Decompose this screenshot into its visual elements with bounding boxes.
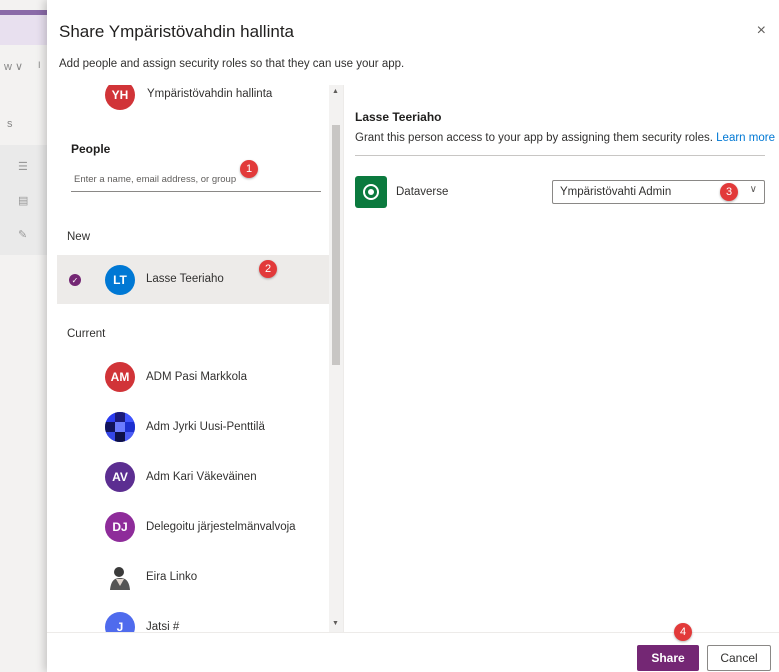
close-icon[interactable]: × — [757, 22, 766, 40]
annotation-badge-1: 1 — [240, 160, 258, 178]
share-button[interactable]: Share — [637, 645, 699, 671]
avatar: LT — [105, 265, 135, 295]
avatar: DJ — [105, 512, 135, 542]
list-item-lasse-teeriaho[interactable]: ✓ LT Lasse Teeriaho 2 — [57, 255, 329, 304]
checkmark-icon[interactable]: ✓ — [69, 274, 81, 286]
avatar: YH — [105, 85, 135, 110]
avatar: AV — [105, 462, 135, 492]
dialog-title: Share Ympäristövahdin hallinta — [59, 22, 294, 41]
background-toolbar — [0, 15, 47, 45]
person-name: Lasse Teeriaho — [146, 273, 224, 285]
person-name: Adm Kari Väkeväinen — [146, 471, 257, 483]
pattern-avatar-icon — [105, 412, 135, 442]
table-icon: ▤ — [18, 195, 29, 207]
person-name: Eira Linko — [146, 571, 198, 583]
person-name: Adm Jyrki Uusi-Penttilä — [146, 421, 265, 433]
scrollbar-thumb[interactable] — [332, 125, 340, 365]
panel-divider — [343, 85, 344, 632]
learn-more-link[interactable]: Learn more — [716, 132, 775, 144]
annotation-badge-4: 4 — [674, 623, 692, 641]
dataverse-icon — [355, 176, 387, 208]
footer-divider — [47, 632, 779, 633]
description-text: Grant this person access to your app by … — [355, 132, 713, 144]
environment-label: Dataverse — [396, 186, 449, 198]
share-dialog: Share Ympäristövahdin hallinta Add peopl… — [47, 0, 779, 672]
background-app — [0, 0, 47, 672]
annotation-badge-3: 3 — [720, 183, 738, 201]
dialog-subtitle: Add people and assign security roles so … — [59, 58, 405, 70]
cancel-button[interactable]: Cancel — [707, 645, 771, 671]
chevron-down-icon[interactable]: ∨ — [750, 184, 757, 195]
detail-divider — [355, 155, 765, 156]
list-icon: ☰ — [18, 161, 28, 173]
person-name: Delegoitu järjestelmänvalvoja — [146, 521, 296, 533]
photo-avatar-icon — [105, 562, 135, 592]
app-name: Ympäristövahdin hallinta — [147, 88, 273, 100]
person-name: Jatsi # — [146, 621, 180, 632]
scroll-down-icon[interactable]: ▼ — [332, 620, 339, 627]
background-nav-fragment: w ∨ — [4, 61, 24, 73]
scroll-up-icon[interactable]: ▲ — [332, 88, 339, 95]
current-section-label: Current — [67, 328, 106, 340]
selected-person-name: Lasse Teeriaho — [355, 110, 442, 124]
people-scrollbar[interactable]: ▲ ▼ — [329, 85, 343, 632]
selected-person-description: Grant this person access to your app by … — [355, 132, 775, 144]
people-search-input[interactable] — [71, 167, 321, 192]
annotation-badge-2: 2 — [259, 260, 277, 278]
people-panel: YH Ympäristövahdin hallinta People 1 New… — [47, 85, 329, 632]
background-side-fragment: s — [7, 118, 13, 130]
person-name: ADM Pasi Markkola — [146, 371, 247, 383]
new-section-label: New — [67, 231, 91, 243]
avatar: AM — [105, 362, 135, 392]
pencil-icon: ✎ — [18, 229, 28, 241]
people-heading: People — [71, 142, 111, 156]
security-role-value: Ympäristövahti Admin — [560, 186, 672, 198]
avatar: J — [105, 612, 135, 632]
background-nav-fragment-right: I — [38, 60, 41, 70]
